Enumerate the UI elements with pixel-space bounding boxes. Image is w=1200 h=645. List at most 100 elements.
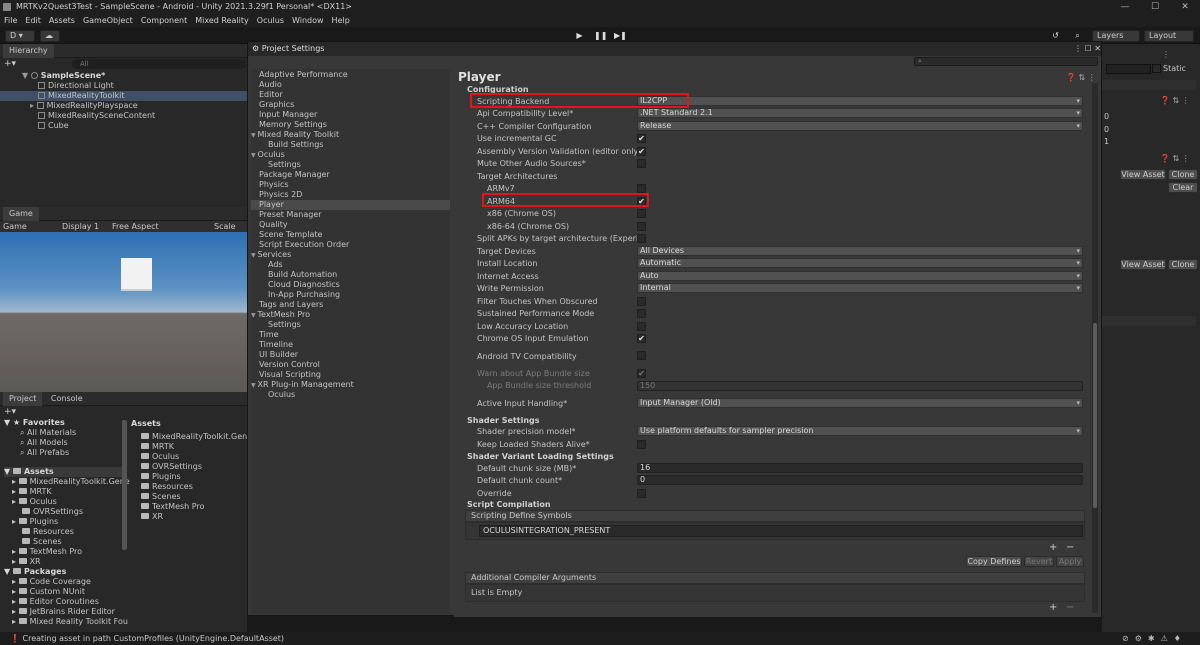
asset-folder[interactable]: ▸ Oculus	[12, 497, 57, 507]
package-folder[interactable]: ▸ Custom NUnit	[12, 587, 85, 597]
cloud-icon[interactable]: ☁	[40, 30, 60, 42]
menu-edit[interactable]: Edit	[21, 14, 45, 27]
settings-category-textmesh-pro[interactable]: ▼ TextMesh Pro	[251, 310, 450, 320]
settings-category-time[interactable]: Time	[251, 330, 450, 340]
settings-category-oculus[interactable]: ▼ Oculus	[251, 150, 450, 160]
settings-category-version-control[interactable]: Version Control	[251, 360, 450, 370]
settings-category-ads[interactable]: Ads	[251, 260, 450, 270]
settings-category-editor[interactable]: Editor	[251, 90, 450, 100]
asset-item[interactable]: OVRSettings	[141, 462, 202, 472]
name-field[interactable]	[1106, 64, 1151, 74]
asset-folder[interactable]: OVRSettings	[22, 507, 83, 517]
scripting-backend-dropdown[interactable]: IL2CPP	[637, 96, 1083, 106]
add-symbol-button[interactable]: +	[1049, 542, 1057, 553]
hierarchy-item-selected[interactable]: MixedRealityToolkit	[0, 91, 247, 101]
asset-folder[interactable]: ▸ XR	[12, 557, 41, 567]
add-object-button[interactable]: +▾	[4, 59, 18, 69]
settings-category-scene-template[interactable]: Scene Template	[251, 230, 450, 240]
asset-item[interactable]: TextMesh Pro	[141, 502, 204, 512]
asset-item[interactable]: Plugins	[141, 472, 181, 482]
tree-scrollbar[interactable]	[122, 420, 127, 550]
define-symbol-field[interactable]: OCULUSINTEGRATION_PRESENT	[479, 525, 1083, 537]
hierarchy-tab[interactable]: Hierarchy	[3, 44, 54, 58]
assembly-validation-checkbox[interactable]: ✔	[637, 147, 646, 156]
menu-assets[interactable]: Assets	[45, 14, 79, 27]
target-devices-dropdown[interactable]: All Devices	[637, 246, 1083, 256]
install-location-dropdown[interactable]: Automatic	[637, 258, 1083, 268]
clone-button[interactable]: Clone	[1168, 169, 1198, 180]
pause-button[interactable]: ❚❚	[594, 30, 607, 41]
window-menu-icon[interactable]: ⋮ ☐ ✕	[1074, 42, 1101, 56]
layout-dropdown[interactable]: Layout	[1144, 30, 1194, 42]
low-accuracy-checkbox[interactable]	[637, 322, 646, 331]
scene-root[interactable]: ▼ SampleScene*	[0, 71, 247, 81]
hierarchy-item[interactable]: Directional Light	[0, 81, 247, 91]
settings-category-input-manager[interactable]: Input Manager	[251, 110, 450, 120]
asset-item[interactable]: Oculus	[141, 452, 179, 462]
remove-symbol-button[interactable]: −	[1066, 542, 1074, 553]
asset-folder[interactable]: ▸ MRTK	[12, 487, 52, 497]
menu-help[interactable]: Help	[328, 14, 354, 27]
settings-category-cloud-diagnostics[interactable]: Cloud Diagnostics	[251, 280, 450, 290]
more-icon[interactable]: ⋮	[1162, 50, 1170, 59]
display-dropdown[interactable]: Display 1	[62, 221, 106, 232]
settings-category-ui-builder[interactable]: UI Builder	[251, 350, 450, 360]
help-icon[interactable]: ❓ ⇅ ⋮	[1160, 96, 1190, 105]
split-apks-checkbox[interactable]	[637, 234, 646, 243]
settings-category-tags-and-layers[interactable]: Tags and Layers	[251, 300, 450, 310]
search-icon[interactable]: ⌕	[1072, 30, 1083, 41]
settings-category-services[interactable]: ▼ Services	[251, 250, 450, 260]
asset-item[interactable]: Scenes	[141, 492, 181, 502]
view-asset-button-2[interactable]: View Asset	[1120, 259, 1166, 270]
compiler-args-header[interactable]: Additional Compiler Arguments	[465, 572, 1085, 584]
asset-folder[interactable]: ▸ TextMesh Pro	[12, 547, 82, 557]
create-asset-button[interactable]: +▾	[4, 407, 18, 417]
static-checkbox[interactable]	[1152, 64, 1161, 73]
api-level-dropdown[interactable]: .NET Standard 2.1	[637, 108, 1083, 118]
filter-touches-checkbox[interactable]	[637, 297, 646, 306]
console-tab[interactable]: Console	[45, 394, 89, 403]
override-checkbox[interactable]	[637, 489, 646, 498]
settings-category-settings[interactable]: Settings	[251, 160, 450, 170]
minimize-button[interactable]: —	[1110, 0, 1140, 14]
asset-folder[interactable]: Scenes	[22, 537, 62, 547]
status-icons[interactable]: ⊘⚙✱⚠♦	[1122, 632, 1187, 645]
scrollbar-thumb[interactable]	[1093, 323, 1097, 508]
internet-access-dropdown[interactable]: Auto	[637, 271, 1083, 281]
layer-dropdown[interactable]	[1102, 80, 1196, 90]
active-input-dropdown[interactable]: Input Manager (Old)	[637, 398, 1083, 408]
asset-item[interactable]: MixedRealityToolkit.Genera	[141, 432, 260, 442]
x86-checkbox[interactable]	[637, 209, 646, 218]
settings-category-oculus[interactable]: Oculus	[251, 390, 450, 400]
favorite-item[interactable]: ⌕ All Models	[20, 438, 68, 448]
add-argument-button[interactable]: +	[1049, 602, 1057, 613]
clone-button-2[interactable]: Clone	[1168, 259, 1198, 270]
keep-shaders-checkbox[interactable]	[637, 440, 646, 449]
settings-category-physics[interactable]: Physics	[251, 180, 450, 190]
component-menu-icon[interactable]: ❓ ⇅ ⋮	[1160, 154, 1190, 163]
chunk-size-field[interactable]: 16	[637, 463, 1083, 473]
settings-search-input[interactable]: ⌕	[914, 57, 1098, 66]
favorite-item[interactable]: ⌕ All Materials	[20, 428, 76, 438]
settings-category-settings[interactable]: Settings	[251, 320, 450, 330]
account-button[interactable]: D ▾	[5, 30, 35, 42]
cpp-config-dropdown[interactable]: Release	[637, 121, 1083, 131]
asset-folder[interactable]: ▸ MixedRealityToolkit.Gene	[12, 477, 130, 487]
settings-category-build-settings[interactable]: Build Settings	[251, 140, 450, 150]
packages-root[interactable]: ▼ Packages	[4, 567, 66, 577]
settings-category-xr-plug-in-management[interactable]: ▼ XR Plug-in Management	[251, 380, 450, 390]
favorite-item[interactable]: ⌕ All Prefabs	[20, 448, 69, 458]
settings-category-graphics[interactable]: Graphics	[251, 100, 450, 110]
project-tab[interactable]: Project	[3, 392, 43, 406]
menu-window[interactable]: Window	[288, 14, 328, 27]
settings-category-preset-manager[interactable]: Preset Manager	[251, 210, 450, 220]
package-folder[interactable]: ▸ Editor Coroutines	[12, 597, 99, 607]
settings-category-visual-scripting[interactable]: Visual Scripting	[251, 370, 450, 380]
menu-oculus[interactable]: Oculus	[253, 14, 288, 27]
step-button[interactable]: ▶❚	[614, 30, 627, 41]
menu-gameobject[interactable]: GameObject	[79, 14, 137, 27]
close-window-button[interactable]: ✕	[1170, 0, 1200, 14]
incremental-gc-checkbox[interactable]: ✔	[637, 134, 646, 143]
favorites-label[interactable]: ▼ ★ Favorites	[4, 418, 65, 428]
menu-component[interactable]: Component	[137, 14, 191, 27]
